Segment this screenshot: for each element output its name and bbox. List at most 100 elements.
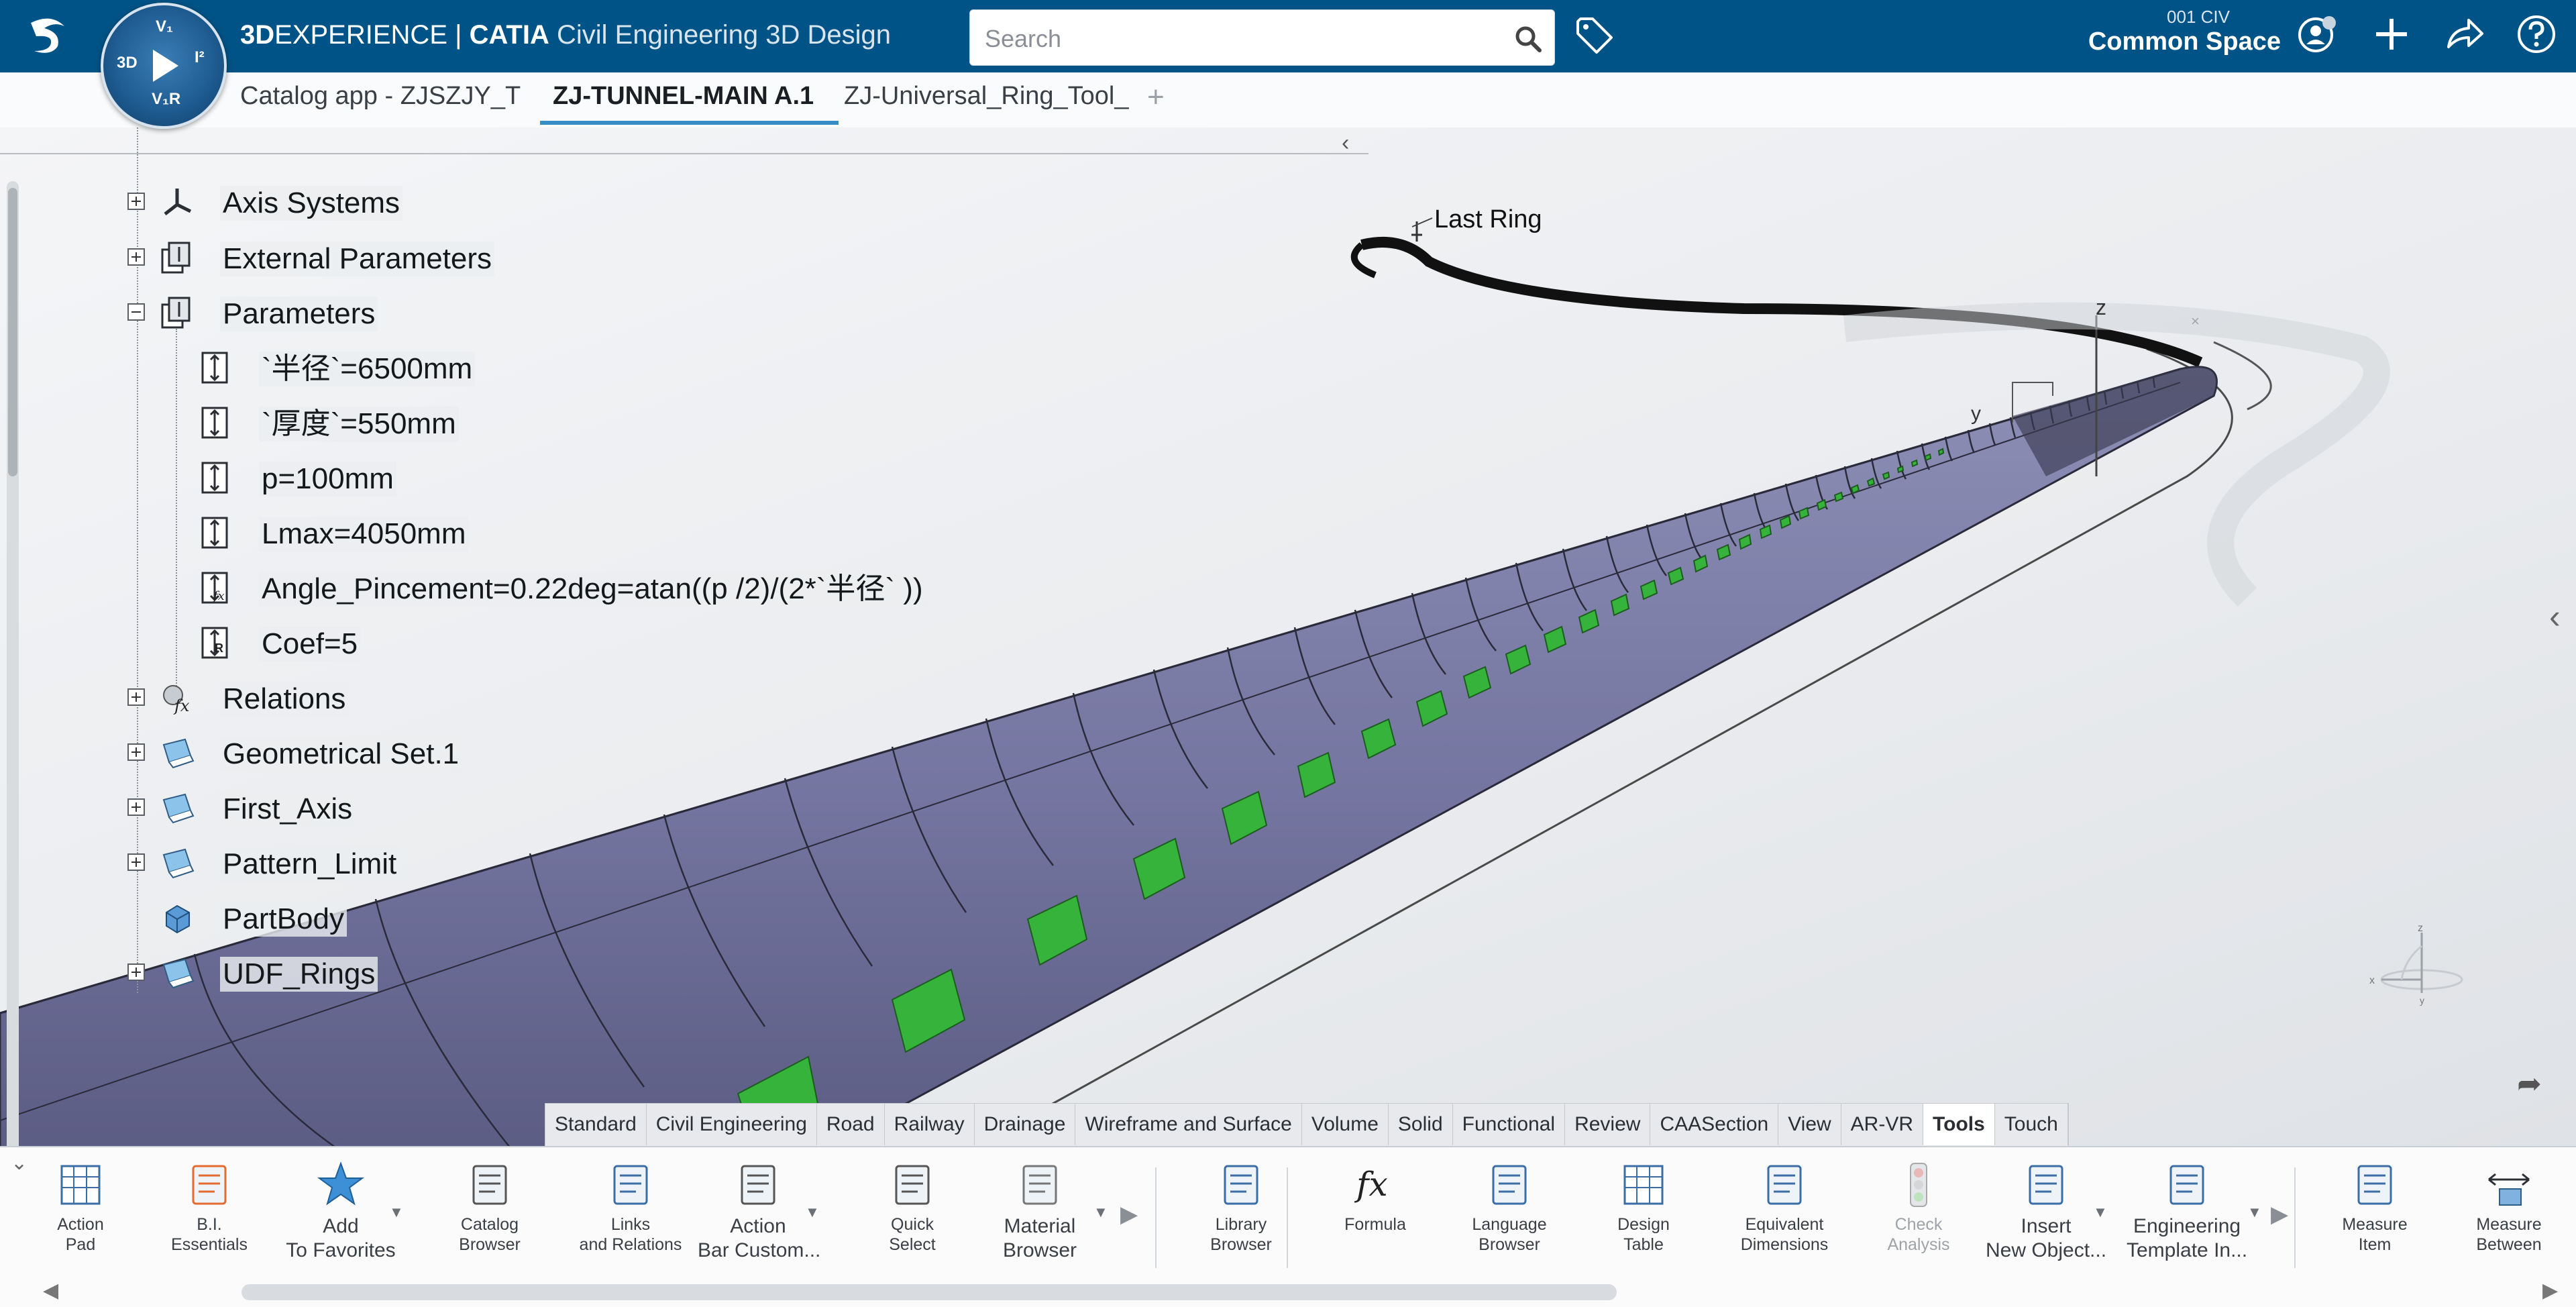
tab-catalog-app[interactable]: Catalog app - ZJSZJY_T (240, 82, 521, 111)
command-label: Measure Item (2314, 1214, 2435, 1255)
dropdown-arrow-icon[interactable]: ▼ (1093, 1204, 1108, 1221)
compass-left-label: 3D (117, 54, 138, 72)
tab-universal-ring-tool[interactable]: ZJ-Universal_Ring_Tool_ (844, 82, 1129, 111)
tree-node[interactable]: p=100mm (0, 454, 1006, 501)
library-browser-command[interactable]: Library Browser (1181, 1159, 1301, 1255)
workbench-tab[interactable]: Touch (1995, 1104, 2068, 1145)
add-tab-icon[interactable]: + (1147, 81, 1165, 114)
command-label-line2: and Relations (579, 1235, 682, 1254)
scroll-right-icon[interactable]: ▶ (2542, 1279, 2558, 1302)
tree-node[interactable]: Lmax=4050mm (0, 509, 1006, 556)
language-browser-command[interactable]: Language Browser (1449, 1159, 1570, 1255)
last-ring-annotation[interactable]: Last Ring (1434, 205, 1542, 234)
more-commands-icon[interactable]: ▶ (1120, 1201, 1138, 1228)
material-browser-command[interactable]: Material Browser (979, 1159, 1100, 1263)
tree-node[interactable]: Axis Systems (0, 178, 1006, 225)
dropdown-arrow-icon[interactable]: ▼ (805, 1204, 820, 1221)
collapse-icon[interactable] (127, 303, 145, 321)
workbench-tab[interactable]: AR-VR (1841, 1104, 1924, 1145)
dassault-logo-icon[interactable] (24, 9, 78, 63)
workbench-tab[interactable]: Road (817, 1104, 885, 1145)
star-command[interactable]: Add To Favorites (280, 1159, 401, 1263)
tree-node[interactable]: Parameters (0, 289, 1006, 335)
search-input[interactable] (983, 21, 1509, 57)
3d-viewport[interactable]: × ‹ Axis Systems External Parameters Param… (0, 127, 2576, 1147)
tab-tunnel-main[interactable]: ZJ-TUNNEL-MAIN A.1 (553, 82, 814, 111)
expand-icon[interactable] (127, 963, 145, 981)
cursor-icon: ➦ (2517, 1067, 2542, 1100)
tree-node[interactable]: UDF_Rings (0, 949, 1006, 996)
more-commands-icon[interactable]: ▶ (2271, 1201, 2288, 1228)
expand-icon[interactable] (127, 248, 145, 266)
equivalent-dimensions-command[interactable]: Equivalent Dimensions (1724, 1159, 1845, 1255)
tree-node[interactable]: fx Relations (0, 674, 1006, 721)
search-icon[interactable] (1514, 25, 1542, 53)
tree-node[interactable]: R Coef=5 (0, 619, 1006, 666)
help-icon[interactable] (2514, 12, 2559, 56)
command-label-line1: Language (1472, 1215, 1547, 1234)
workbench-tab[interactable]: Wireframe and Surface (1075, 1104, 1302, 1145)
expand-icon[interactable] (127, 743, 145, 761)
tree-node-label: p=100mm (259, 462, 396, 496)
tree-node[interactable]: Pattern_Limit (0, 839, 1006, 886)
workbench-tab[interactable]: View (1778, 1104, 1841, 1145)
tree-collapse-icon[interactable]: ‹ (1342, 130, 1349, 156)
expand-icon[interactable] (127, 853, 145, 871)
orientation-triad-icon[interactable]: z x y (2355, 919, 2469, 1013)
add-icon[interactable] (2369, 12, 2414, 56)
tree-node[interactable]: `半径`=6500mm (0, 344, 1006, 390)
workbench-tab[interactable]: Functional (1453, 1104, 1566, 1145)
tree-node[interactable]: `厚度`=550mm (0, 399, 1006, 446)
tree-node[interactable]: PartBody (0, 894, 1006, 941)
formula-command[interactable]: fx Formula (1315, 1159, 1436, 1235)
expand-icon[interactable] (127, 798, 145, 816)
measure-between-command[interactable]: Measure Between (2449, 1159, 2569, 1255)
library-browser-icon (1224, 1165, 1258, 1205)
command-label-line1: Links (610, 1215, 651, 1234)
workbench-tab[interactable]: Railway (885, 1104, 975, 1145)
svg-text:fx: fx (212, 589, 225, 603)
workbench-tab[interactable]: CAASection (1650, 1104, 1779, 1145)
check-analysis-command[interactable]: Check Analysis (1858, 1159, 1979, 1255)
workbench-tab[interactable]: Standard (545, 1104, 647, 1145)
play-icon[interactable] (153, 50, 178, 82)
space-name-label: Common Space (2088, 28, 2281, 56)
measure-item-command[interactable]: Measure Item (2314, 1159, 2435, 1255)
workbench-tab[interactable]: Drainage (975, 1104, 1076, 1145)
share-icon[interactable] (2442, 12, 2486, 56)
command-label-line2: Between (2476, 1235, 2542, 1254)
action-bar-scrollbar[interactable] (241, 1284, 1617, 1300)
panel-expand-icon[interactable]: ‹ (2549, 597, 2561, 636)
scroll-left-icon[interactable]: ◀ (43, 1279, 58, 1302)
search-box[interactable] (969, 9, 1555, 66)
workbench-tab[interactable]: Review (1565, 1104, 1651, 1145)
links-relations-icon (613, 1165, 648, 1205)
quick-select-command[interactable]: Quick Select (852, 1159, 973, 1255)
tree-node[interactable]: fx Angle_Pincement=0.22deg=atan((p /2)/(2… (0, 564, 1006, 611)
tag-icon[interactable] (1574, 15, 1615, 56)
insert-new-object-command[interactable]: Insert New Object... (1986, 1159, 2106, 1263)
workbench-tab[interactable]: Civil Engineering (647, 1104, 817, 1145)
catalog-browser-command[interactable]: Catalog Browser (429, 1159, 550, 1255)
dropdown-arrow-icon[interactable]: ▼ (2093, 1204, 2108, 1221)
tree-node[interactable]: External Parameters (0, 233, 1006, 280)
compass-widget[interactable]: V₁ 3D I² V₁R (101, 3, 227, 129)
workbench-tab[interactable]: Tools (1923, 1104, 1995, 1145)
command-label-line2: Browser (459, 1235, 521, 1254)
action-pad-command[interactable]: Action Pad (20, 1159, 141, 1255)
tree-node[interactable]: Geometrical Set.1 (0, 729, 1006, 776)
engineering-template-command[interactable]: Engineering Template In... (2127, 1159, 2247, 1263)
dropdown-arrow-icon[interactable]: ▼ (2247, 1204, 2262, 1221)
action-bar-customize-command[interactable]: Action Bar Custom... (698, 1159, 820, 1263)
bi-essentials-command[interactable]: B.I. Essentials (149, 1159, 270, 1255)
expand-icon[interactable] (127, 193, 145, 210)
tree-node[interactable]: First_Axis (0, 784, 1006, 831)
workbench-tab[interactable]: Volume (1302, 1104, 1389, 1145)
workbench-tab[interactable]: Solid (1389, 1104, 1453, 1145)
expand-icon[interactable] (127, 688, 145, 706)
tree-separator (0, 153, 1368, 154)
links-relations-command[interactable]: Links and Relations (570, 1159, 691, 1255)
user-profile-icon[interactable] (2296, 12, 2340, 56)
dropdown-arrow-icon[interactable]: ▼ (389, 1204, 404, 1221)
design-table-command[interactable]: Design Table (1583, 1159, 1704, 1255)
